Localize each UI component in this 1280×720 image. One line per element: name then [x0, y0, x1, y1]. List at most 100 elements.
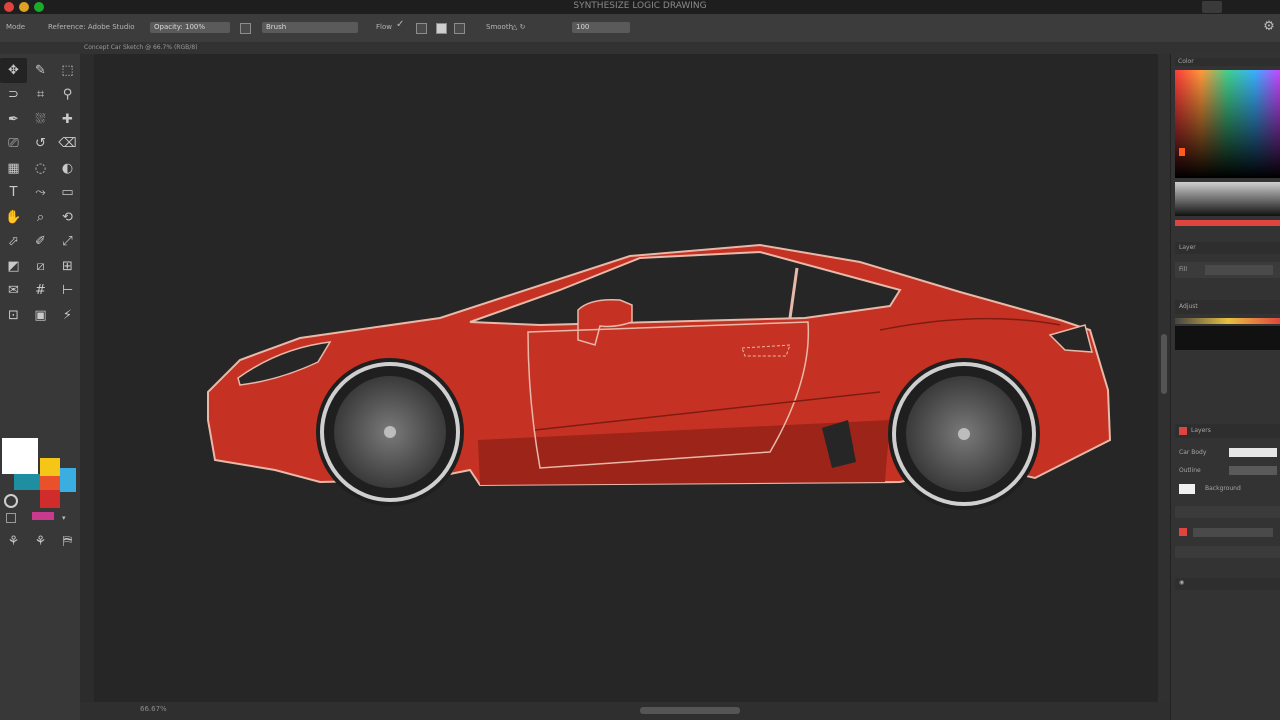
- dropdown-icon[interactable]: ▾: [62, 514, 66, 522]
- fill-field[interactable]: [1205, 265, 1273, 275]
- select-tool-icon[interactable]: ⬀: [0, 230, 27, 255]
- grid-tool-icon[interactable]: ⊞: [54, 254, 81, 279]
- symmetry-toggle-icon[interactable]: [454, 23, 465, 34]
- pen-tool-icon[interactable]: ✒: [0, 107, 27, 132]
- foreground-color-swatch[interactable]: [2, 438, 38, 474]
- quick-tool-icon[interactable]: ⚡: [54, 303, 81, 328]
- canvas[interactable]: [94, 54, 1158, 702]
- swap-colors-icon[interactable]: [4, 494, 18, 508]
- paint-tool-icon[interactable]: ⛆: [27, 107, 54, 132]
- zoom-tool-icon[interactable]: ⌕: [27, 205, 54, 230]
- checkmark-icon[interactable]: ✓: [396, 19, 404, 30]
- reference-label[interactable]: Reference: Adobe Studio: [48, 23, 135, 31]
- gradient-tool-icon[interactable]: ▦: [0, 156, 27, 181]
- rotate-tool-icon[interactable]: ⟲: [54, 205, 81, 230]
- layers-footer: ◉: [1175, 578, 1280, 590]
- layer-thumbnail: [1229, 466, 1277, 475]
- horizontal-scroll-thumb[interactable]: [640, 707, 740, 714]
- layer-name: Background: [1205, 485, 1241, 492]
- crop-tool-icon[interactable]: ⌗: [27, 83, 54, 108]
- move-tool-icon[interactable]: ✥: [0, 58, 27, 83]
- right-panels: Color Layer Fill Adjust Layers Car Body …: [1170, 54, 1280, 720]
- swatch-yellow[interactable]: [40, 458, 60, 476]
- path-tool-icon[interactable]: ⤳: [27, 181, 54, 206]
- pressure-toggle-icon[interactable]: [436, 23, 447, 34]
- eyedropper-tool-icon[interactable]: ⚲: [54, 83, 81, 108]
- brush-preset-field[interactable]: Brush: [262, 22, 358, 33]
- eye-icon[interactable]: ◉: [1179, 579, 1184, 586]
- artboard-tool-icon[interactable]: ▣: [27, 303, 54, 328]
- layer-name: Outline: [1179, 467, 1201, 474]
- layer-name-field[interactable]: [1193, 528, 1273, 537]
- brightness-slider[interactable]: [1175, 182, 1280, 216]
- default-colors-icon[interactable]: [6, 513, 16, 523]
- frame-tool-icon[interactable]: ⊡: [0, 303, 27, 328]
- layer-name: Car Body: [1179, 449, 1207, 456]
- properties-row-1[interactable]: Layer: [1175, 242, 1280, 254]
- screen-mode-icon[interactable]: ⚘: [27, 529, 54, 554]
- vertical-scroll-thumb[interactable]: [1161, 334, 1167, 394]
- layer-row[interactable]: Car Body: [1175, 446, 1279, 460]
- layer-options-row[interactable]: [1175, 506, 1280, 518]
- swatch-cyan[interactable]: [60, 468, 76, 492]
- heal-tool-icon[interactable]: ✚: [54, 107, 81, 132]
- vertical-scrollbar[interactable]: [1158, 54, 1170, 702]
- brush-tool-icon[interactable]: ✎: [27, 58, 54, 83]
- flow-label: Flow: [376, 23, 392, 31]
- layer-row[interactable]: Outline: [1175, 464, 1279, 478]
- swatch-red[interactable]: [40, 490, 60, 508]
- workspace-button[interactable]: [1202, 1, 1222, 13]
- swatch-magenta[interactable]: [32, 512, 54, 520]
- lock-icon[interactable]: [240, 23, 251, 34]
- transform-tool-icon[interactable]: ⤢: [54, 230, 81, 255]
- marquee-tool-icon[interactable]: ⬚: [54, 58, 81, 83]
- swatch-teal[interactable]: [14, 474, 40, 490]
- color-picker-marker[interactable]: [1179, 148, 1185, 156]
- title-bar: SYNTHESIZE LOGIC DRAWING: [0, 0, 1280, 14]
- front-wheel: [316, 358, 464, 506]
- adjustment-slider[interactable]: [1175, 318, 1280, 324]
- document-tab[interactable]: Concept Car Sketch @ 66.7% (RGB/8): [84, 44, 197, 51]
- blur-tool-icon[interactable]: ◌: [27, 156, 54, 181]
- note-tool-icon[interactable]: ✉: [0, 279, 27, 304]
- smooth-field[interactable]: 100: [572, 22, 630, 33]
- swatch-orange[interactable]: [40, 476, 60, 490]
- edit-tool-icon[interactable]: ✐: [27, 230, 54, 255]
- layer-row[interactable]: Background: [1175, 482, 1279, 496]
- frame-icon[interactable]: ⛿: [54, 529, 81, 554]
- gear-icon[interactable]: ⚙: [1262, 20, 1276, 34]
- angle-label: △ ↻: [512, 23, 526, 31]
- text-tool-icon[interactable]: T: [0, 181, 27, 206]
- tool-grid: ✥ ✎ ⬚ ⊃ ⌗ ⚲ ✒ ⛆ ✚ ⎚ ↺ ⌫ ▦ ◌ ◐ T ⤳ ▭ ✋ ⌕ ⟲ ⬀ ✐ ⤢ ◩ ⧄ ⊞ ✉ # ⊢ ⊡ ▣ ⚡: [0, 58, 81, 328]
- opacity-field[interactable]: Opacity: 100%: [150, 22, 230, 33]
- layer-controls-row[interactable]: [1175, 546, 1280, 558]
- airbrush-toggle-icon[interactable]: [416, 23, 427, 34]
- color-panel-header: Color: [1175, 58, 1280, 66]
- color-spectrum[interactable]: [1175, 70, 1280, 178]
- zoom-level[interactable]: 66.67%: [140, 705, 167, 713]
- layers-icon: [1179, 427, 1187, 435]
- count-tool-icon[interactable]: #: [27, 279, 54, 304]
- history-tool-icon[interactable]: ↺: [27, 132, 54, 157]
- ruler-tool-icon[interactable]: ⊢: [54, 279, 81, 304]
- eraser-tool-icon[interactable]: ⌫: [54, 132, 81, 157]
- lasso-tool-icon[interactable]: ⊃: [0, 83, 27, 108]
- slice-tool-icon[interactable]: ⧄: [27, 254, 54, 279]
- quick-mask-icon[interactable]: ⚘: [0, 529, 27, 554]
- hue-bar[interactable]: [1175, 220, 1280, 226]
- hand-tool-icon[interactable]: ✋: [0, 205, 27, 230]
- dodge-tool-icon[interactable]: ◐: [54, 156, 81, 181]
- adjustment-preview: [1175, 326, 1280, 350]
- stamp-tool-icon[interactable]: ⎚: [0, 132, 27, 157]
- adjustments-header: Adjust: [1175, 300, 1280, 314]
- window-title: SYNTHESIZE LOGIC DRAWING: [573, 1, 707, 11]
- layer-visibility-icon[interactable]: [1179, 528, 1187, 536]
- shape-tool-icon[interactable]: ▭: [54, 181, 81, 206]
- horizontal-scrollbar[interactable]: 66.67%: [80, 702, 1170, 720]
- properties-row-2[interactable]: Fill: [1175, 262, 1280, 278]
- mask-tool-icon[interactable]: ◩: [0, 254, 27, 279]
- layer-row-selected[interactable]: [1175, 526, 1279, 540]
- document-tabs: Concept Car Sketch @ 66.7% (RGB/8): [0, 42, 1280, 54]
- layer-thumbnail: [1179, 484, 1195, 494]
- layer-thumbnail: [1229, 448, 1277, 457]
